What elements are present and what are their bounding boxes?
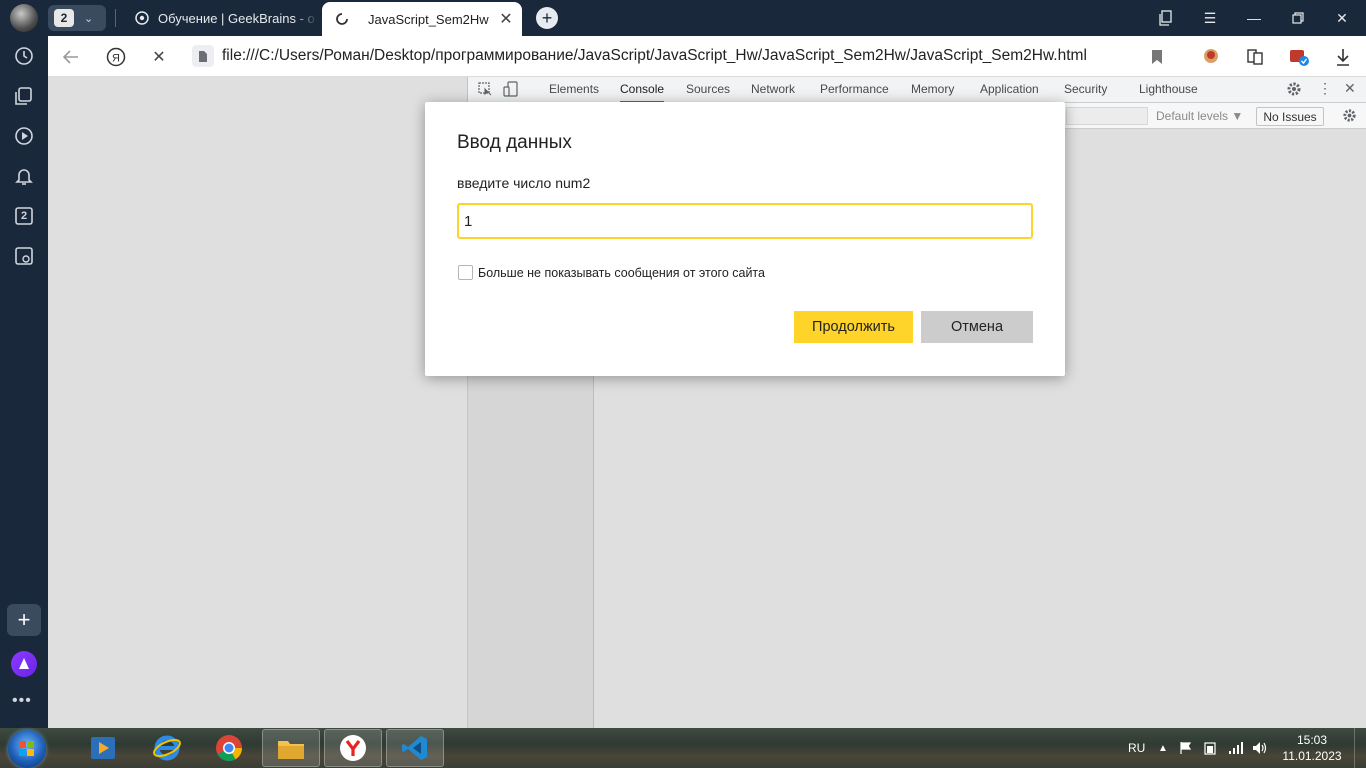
screenshot-camera-icon[interactable] [12,244,36,268]
devtools-tab-network[interactable]: Network [751,77,795,102]
file-icon[interactable] [192,45,214,67]
devtools-toolbar: Elements Console Sources Network Perform… [468,77,1366,103]
page-viewport [48,77,467,728]
stop-loading-icon[interactable]: ✕ [146,44,172,70]
cancel-button[interactable]: Отмена [921,311,1033,343]
close-window-icon[interactable]: ✕ [1320,0,1364,36]
profile-avatar[interactable] [10,4,38,32]
show-hidden-icons-icon[interactable]: ▲ [1158,728,1168,768]
language-indicator[interactable]: RU [1128,728,1145,768]
suppress-dialogs-label[interactable]: Больше не показывать сообщения от этого … [478,266,765,280]
start-button[interactable] [8,730,46,768]
new-tab-button[interactable]: + [536,7,558,29]
menu-icon[interactable]: ☰ [1188,0,1232,36]
add-sidebar-panel-button[interactable]: + [7,604,41,636]
battery-icon[interactable] [1203,728,1217,768]
extension-verified-icon[interactable] [1286,44,1312,70]
notifications-bell-icon[interactable] [12,164,36,188]
file-explorer-icon[interactable] [262,729,320,767]
url-text[interactable]: file:///C:/Users/Роман/Desktop/программи… [222,47,1087,65]
alice-assistant-icon[interactable] [11,651,37,677]
bookmark-icon[interactable] [1144,44,1170,70]
devtools-settings-gear-icon[interactable] [1286,81,1302,102]
browser-tab-bar: 2 ⌄ Обучение | GeekBrains - о JavaScript… [0,0,1366,36]
more-options-icon[interactable]: ••• [12,692,32,710]
vscode-icon[interactable] [386,729,444,767]
minimize-icon[interactable]: — [1232,0,1276,36]
tab-count-badge: 2 [54,9,74,27]
collections-sidebar-icon[interactable] [12,84,36,108]
loading-spinner-icon [334,11,350,27]
devtools-tab-elements[interactable]: Elements [549,77,599,102]
devtools-more-icon[interactable]: ⋮ [1318,80,1332,97]
svg-text:Я: Я [112,53,120,65]
dialog-message: введите число num2 [457,175,591,191]
system-clock[interactable]: 15:03 11.01.2023 [1282,732,1342,764]
tab-groups-button[interactable]: 2 ⌄ [48,5,106,31]
devtools-tab-memory[interactable]: Memory [911,77,954,102]
network-signal-icon[interactable] [1228,728,1244,768]
yandex-home-icon[interactable]: Я [103,44,129,70]
tab-javascript-sem2hw[interactable]: JavaScript_Sem2Hw ✕ [322,2,522,36]
clock-time: 15:03 [1296,733,1328,747]
history-icon[interactable] [12,44,36,68]
chrome-icon[interactable] [200,729,258,767]
extension-avatar-icon[interactable] [1198,44,1224,70]
geekbrains-favicon-icon [134,10,150,26]
collections-icon[interactable] [1144,0,1188,36]
download-icon[interactable] [1330,44,1356,70]
show-desktop-button[interactable] [1354,728,1366,768]
prompt-dialog: Ввод данных введите число num2 Больше не… [425,102,1065,376]
tabs-count-icon[interactable]: 2 [12,204,36,228]
tab-title: JavaScript_Sem2Hw [368,11,489,27]
restore-icon[interactable] [1276,0,1320,36]
video-play-icon[interactable] [12,124,36,148]
reader-mode-icon[interactable] [1242,44,1268,70]
media-player-icon[interactable] [74,729,132,767]
devtools-tab-application[interactable]: Application [980,77,1039,102]
browser-sidebar: 2 + ••• [0,36,48,728]
back-arrow-icon[interactable] [58,44,84,70]
tab-title: Обучение | GeekBrains - о [158,10,315,26]
devtools-tab-sources[interactable]: Sources [686,77,730,102]
internet-explorer-icon[interactable] [138,729,196,767]
devtools-tab-security[interactable]: Security [1064,77,1107,102]
windows-taskbar: RU ▲ 15:03 11.01.2023 [0,728,1366,768]
suppress-dialogs-checkbox[interactable] [458,265,473,280]
default-levels-dropdown[interactable]: Default levels ▼ [1156,109,1243,123]
devtools-close-icon[interactable]: ✕ [1344,80,1356,97]
action-center-flag-icon[interactable] [1179,728,1193,768]
tab-geekbrains[interactable]: Обучение | GeekBrains - о [128,0,318,36]
devtools-tab-lighthouse[interactable]: Lighthouse [1139,77,1198,102]
close-tab-icon[interactable]: ✕ [496,9,516,29]
inspect-element-icon[interactable] [478,82,493,102]
devtools-tab-performance[interactable]: Performance [820,77,889,102]
no-issues-button[interactable]: No Issues [1256,107,1324,126]
continue-button[interactable]: Продолжить [794,311,913,343]
volume-icon[interactable] [1252,728,1268,768]
clock-date: 11.01.2023 [1282,749,1342,763]
address-bar: Я ✕ file:///C:/Users/Роман/Desktop/прогр… [48,36,1366,77]
prompt-input[interactable] [457,203,1033,239]
console-filter-input[interactable] [1066,107,1148,125]
chevron-down-icon: ⌄ [84,12,94,25]
yandex-browser-icon[interactable] [324,729,382,767]
console-settings-gear-icon[interactable] [1342,108,1357,128]
tab-separator [115,9,116,27]
device-toolbar-icon[interactable] [503,81,518,102]
devtools-tab-console[interactable]: Console [620,77,665,103]
tabs-count-label: 2 [20,210,28,222]
dialog-title: Ввод данных [457,132,572,153]
